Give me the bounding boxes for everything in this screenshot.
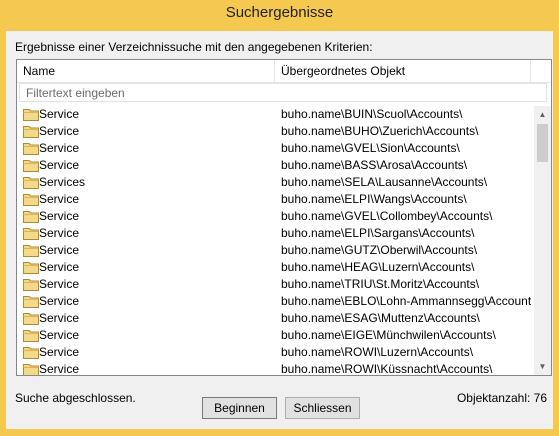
- row-name: Service: [39, 243, 80, 257]
- row-name: Service: [39, 311, 80, 325]
- list-item[interactable]: Service buho.name\ESAG\Muttenz\Accounts\: [17, 310, 531, 327]
- row-name: Service: [39, 209, 80, 223]
- row-parent: buho.name\HEAG\Luzern\Accounts\: [281, 260, 475, 274]
- row-parent: buho.name\ROWI\Luzern\Accounts\: [281, 345, 474, 359]
- list-item[interactable]: Services buho.name\SELA\Lausanne\Accounts…: [17, 174, 531, 191]
- row-parent: buho.name\GVEL\Sion\Accounts\: [281, 141, 460, 155]
- list-item[interactable]: Service buho.name\ROWI\Luzern\Accounts\: [17, 344, 531, 361]
- row-parent: buho.name\BUHO\Zuerich\Accounts\: [281, 124, 479, 138]
- row-name: Service: [39, 158, 80, 172]
- folder-icon: [23, 261, 39, 274]
- row-parent: buho.name\ELPI\Wangs\Accounts\: [281, 192, 467, 206]
- row-name: Service: [39, 124, 80, 138]
- row-parent: buho.name\BASS\Arosa\Accounts\: [281, 158, 468, 172]
- list-item[interactable]: Service buho.name\ELPI\Wangs\Accounts\: [17, 191, 531, 208]
- row-name: Service: [39, 294, 80, 308]
- list-item[interactable]: Service buho.name\BUHO\Zuerich\Accounts\: [17, 123, 531, 140]
- row-name: Service: [39, 362, 80, 375]
- folder-icon: [23, 125, 39, 138]
- list-item[interactable]: Service buho.name\EIGE\Münchwilen\Account…: [17, 327, 531, 344]
- folder-icon: [23, 176, 39, 189]
- title-bar[interactable]: Suchergebnisse: [0, 0, 559, 31]
- vertical-scrollbar[interactable]: ▲ ▼: [534, 106, 551, 375]
- list-item[interactable]: Service buho.name\BASS\Arosa\Accounts\: [17, 157, 531, 174]
- list-item[interactable]: Service buho.name\TRIU\St.Moritz\Accounts…: [17, 276, 531, 293]
- begin-button[interactable]: Beginnen: [202, 397, 277, 419]
- folder-icon: [23, 193, 39, 206]
- status-text: Suche abgeschlossen.: [15, 391, 136, 405]
- row-name: Service: [39, 345, 80, 359]
- scrollbar-thumb[interactable]: [537, 124, 548, 162]
- row-name: Services: [39, 175, 86, 189]
- folder-icon: [23, 227, 39, 240]
- results-list[interactable]: Name Übergeordnetes Objekt Service buho.n…: [16, 59, 552, 376]
- folder-icon: [23, 312, 39, 325]
- row-name: Service: [39, 277, 80, 291]
- row-parent: buho.name\EIGE\Münchwilen\Accounts\: [281, 328, 496, 342]
- folder-icon: [23, 108, 39, 121]
- filter-input[interactable]: [19, 83, 547, 102]
- row-parent: buho.name\BUIN\Scuol\Accounts\: [281, 107, 463, 121]
- list-item[interactable]: Service buho.name\GUTZ\Oberwil\Accounts\: [17, 242, 531, 259]
- row-name: Service: [39, 226, 80, 240]
- row-name: Service: [39, 260, 80, 274]
- row-name: Service: [39, 192, 80, 206]
- row-parent: buho.name\SELA\Lausanne\Accounts\: [281, 175, 488, 189]
- row-parent: buho.name\ESAG\Muttenz\Accounts\: [281, 311, 480, 325]
- row-name: Service: [39, 107, 80, 121]
- list-item[interactable]: Service buho.name\GVEL\Collombey\Accounts…: [17, 208, 531, 225]
- folder-icon: [23, 210, 39, 223]
- results-rows: Service buho.name\BUIN\Scuol\Accounts\ Ser…: [17, 106, 531, 375]
- folder-icon: [23, 363, 39, 375]
- row-parent: buho.name\GVEL\Collombey\Accounts\: [281, 209, 493, 223]
- column-header-name[interactable]: Name: [17, 60, 275, 82]
- list-item[interactable]: Service buho.name\EBLO\Lohn-Ammannsegg\Ac…: [17, 293, 531, 310]
- list-item[interactable]: Service buho.name\HEAG\Luzern\Accounts\: [17, 259, 531, 276]
- object-count: Objektanzahl: 76: [456, 391, 547, 405]
- list-item[interactable]: Service buho.name\ROWI\Küssnacht\Accounts…: [17, 361, 531, 375]
- scroll-up-icon[interactable]: ▲: [534, 106, 551, 123]
- folder-icon: [23, 329, 39, 342]
- list-header: Name Übergeordnetes Objekt: [17, 60, 551, 83]
- window-title: Suchergebnisse: [225, 4, 334, 21]
- list-item[interactable]: Service buho.name\BUIN\Scuol\Accounts\: [17, 106, 531, 123]
- list-item[interactable]: Service buho.name\GVEL\Sion\Accounts\: [17, 140, 531, 157]
- folder-icon: [23, 159, 39, 172]
- dialog-client: Ergebnisse einer Verzeichnissuche mit de…: [6, 31, 553, 429]
- row-parent: buho.name\EBLO\Lohn-Ammannsegg\Accounts\: [281, 294, 531, 308]
- description-label: Ergebnisse einer Verzeichnissuche mit de…: [15, 40, 373, 54]
- folder-icon: [23, 278, 39, 291]
- column-header-parent[interactable]: Übergeordnetes Objekt: [275, 60, 531, 82]
- folder-icon: [23, 346, 39, 359]
- list-item[interactable]: Service buho.name\ELPI\Sargans\Accounts\: [17, 225, 531, 242]
- close-button[interactable]: Schliessen: [285, 397, 360, 419]
- row-name: Service: [39, 328, 80, 342]
- row-name: Service: [39, 141, 80, 155]
- row-parent: buho.name\ROWI\Küssnacht\Accounts\: [281, 362, 493, 375]
- scroll-down-icon[interactable]: ▼: [534, 358, 551, 375]
- folder-icon: [23, 244, 39, 257]
- row-parent: buho.name\GUTZ\Oberwil\Accounts\: [281, 243, 478, 257]
- row-parent: buho.name\TRIU\St.Moritz\Accounts\: [281, 277, 480, 291]
- folder-icon: [23, 142, 39, 155]
- folder-icon: [23, 295, 39, 308]
- row-parent: buho.name\ELPI\Sargans\Accounts\: [281, 226, 475, 240]
